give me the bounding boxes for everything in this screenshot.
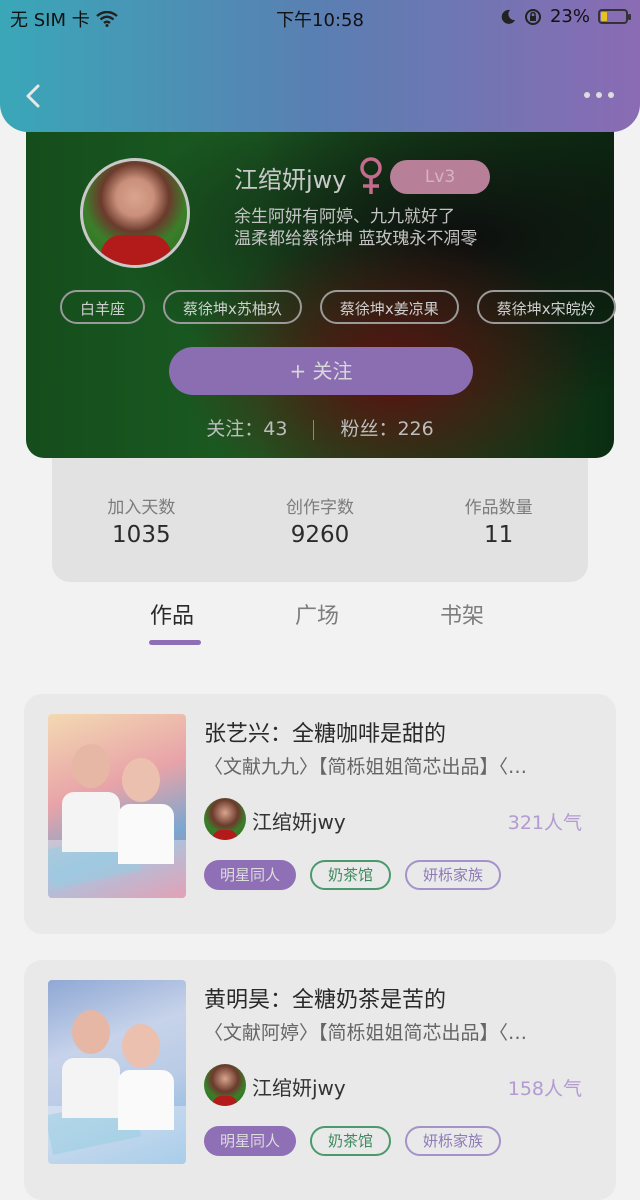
stats-card: 加入天数 1035 创作字数 9260 作品数量 11: [52, 458, 588, 582]
popularity-count: 321人气: [507, 812, 582, 834]
divider: [313, 419, 315, 440]
author-name[interactable]: 江绾妍jwy: [252, 1072, 346, 1101]
work-title[interactable]: 张艺兴：全糖咖啡是甜的: [204, 716, 446, 748]
stat-label: 作品数量: [464, 497, 533, 518]
author-avatar[interactable]: [204, 1064, 246, 1106]
female-icon: [360, 157, 382, 194]
author-name[interactable]: 江绾妍jwy: [252, 806, 346, 835]
stat-value: 1035: [112, 521, 171, 548]
fans-count: 226: [397, 418, 434, 440]
work-card[interactable]: 黄明昊：全糖奶茶是苦的 〈文献阿婷〉【简栎姐姐简芯出品】〈… 江绾妍jwy 15…: [24, 960, 616, 1200]
following-label: 关注：: [206, 418, 264, 440]
following-count: 43: [263, 418, 288, 440]
work-tag[interactable]: 明星同人: [204, 1126, 297, 1156]
tab-bar: 作品 广场 书架: [0, 598, 640, 648]
work-tag[interactable]: 奶茶馆: [310, 1126, 392, 1156]
profile-tag[interactable]: 蔡徐坤x宋皖妗: [476, 290, 616, 324]
stat-word-count: 创作字数 9260: [250, 493, 390, 548]
stat-value: 11: [484, 521, 514, 548]
profile-card: 江绾妍jwy Lv3 余生阿妍有阿婷、九九就好了 温柔都给蔡徐坤 蓝玫瑰永不凋零…: [26, 120, 616, 458]
tab-bookshelf[interactable]: 书架: [440, 598, 484, 630]
chevron-left-icon[interactable]: [22, 82, 46, 110]
work-tag[interactable]: 妍栎家族: [405, 860, 502, 890]
stat-label: 加入天数: [107, 497, 176, 518]
fans-stat[interactable]: 粉丝：226: [340, 418, 433, 440]
user-bio: 余生阿妍有阿婷、九九就好了 温柔都给蔡徐坤 蓝玫瑰永不凋零: [234, 206, 477, 250]
user-name: 江绾妍jwy: [234, 166, 347, 194]
moon-icon: [501, 9, 515, 24]
work-tag[interactable]: 奶茶馆: [310, 860, 392, 890]
profile-tag[interactable]: 蔡徐坤x姜凉果: [319, 290, 459, 324]
stat-label: 创作字数: [285, 497, 354, 518]
active-tab-indicator: [149, 640, 201, 645]
work-cover[interactable]: [48, 714, 186, 898]
work-tag[interactable]: 明星同人: [204, 860, 297, 890]
level-badge: Lv3: [390, 160, 490, 194]
bio-line: 温柔都给蔡徐坤 蓝玫瑰永不凋零: [234, 229, 478, 249]
work-desc: 〈文献阿婷〉【简栎姐姐简芯出品】〈…: [204, 1022, 528, 1044]
rotation-lock-icon: [524, 8, 541, 25]
work-card[interactable]: 张艺兴：全糖咖啡是甜的 〈文献九九〉【简栎姐姐简芯出品】〈… 江绾妍jwy 32…: [24, 694, 616, 934]
work-desc: 〈文献九九〉【简栎姐姐简芯出品】〈…: [204, 756, 528, 778]
follow-stats: 关注：43 粉丝：226: [26, 414, 614, 441]
profile-tag[interactable]: 蔡徐坤x苏柚玖: [163, 290, 302, 324]
work-tag[interactable]: 妍栎家族: [405, 1126, 502, 1156]
tab-plaza[interactable]: 广场: [295, 598, 339, 630]
work-title[interactable]: 黄明昊：全糖奶茶是苦的: [204, 982, 446, 1014]
avatar[interactable]: [80, 158, 190, 268]
stat-join-days: 加入天数 1035: [71, 493, 211, 548]
tab-works[interactable]: 作品: [150, 598, 194, 630]
work-cover[interactable]: [48, 980, 186, 1164]
work-tags: 明星同人 奶茶馆 妍栎家族: [204, 860, 502, 890]
profile-tag[interactable]: 白羊座: [60, 290, 146, 324]
popularity-count: 158人气: [507, 1078, 582, 1100]
more-horizontal-icon[interactable]: [584, 92, 614, 98]
following-stat[interactable]: 关注：43: [206, 418, 287, 440]
follow-button[interactable]: + 关注: [169, 347, 473, 395]
profile-tags: 白羊座 蔡徐坤x苏柚玖 蔡徐坤x姜凉果 蔡徐坤x宋皖妗: [60, 290, 616, 324]
author-avatar[interactable]: [204, 798, 246, 840]
stat-value: 9260: [290, 521, 350, 548]
stat-works-count: 作品数量 11: [429, 493, 569, 548]
battery-percent: 23%: [549, 6, 590, 27]
work-tags: 明星同人 奶茶馆 妍栎家族: [204, 1126, 502, 1156]
bio-line: 余生阿妍有阿婷、九九就好了: [234, 207, 455, 227]
fans-label: 粉丝：: [340, 418, 398, 440]
status-bar: 无 SIM 卡 下午10:58 23%: [0, 0, 640, 34]
battery-icon: [598, 9, 631, 24]
